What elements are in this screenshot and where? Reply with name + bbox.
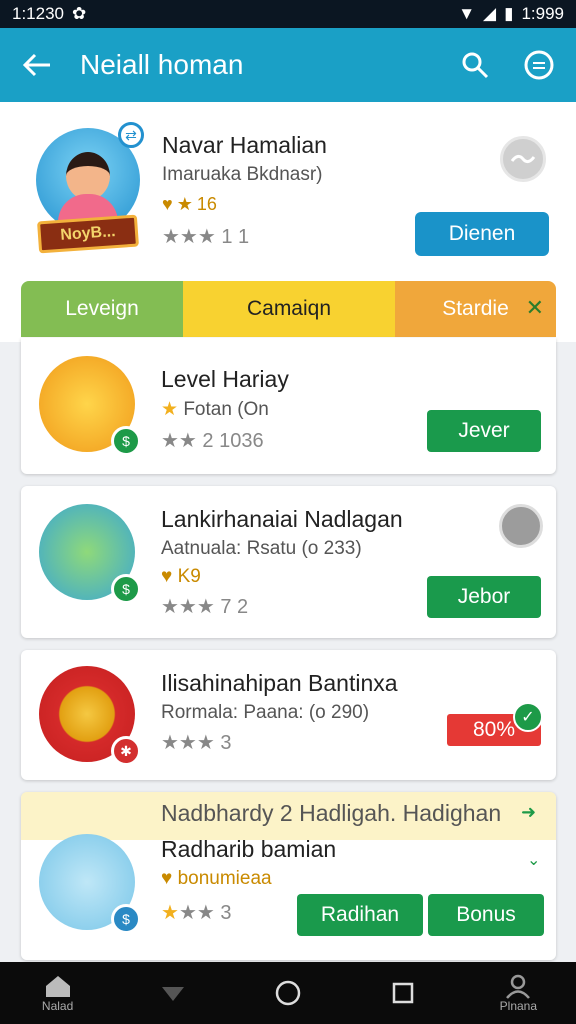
card-rating: ★★★ 3: [161, 730, 231, 755]
status-bar: 1:1230 ✿ ▼ ◢ ▮ 1:999: [0, 0, 576, 28]
tab-leveign[interactable]: Leveign: [21, 281, 183, 337]
card-rating: ★★★ 3: [161, 900, 231, 925]
coin-badge-icon: $: [111, 574, 141, 604]
card-rating-value: 2 1036: [202, 430, 264, 452]
settings-icon: ✿: [72, 4, 87, 23]
list-item[interactable]: ✱ Ilisahinahipan Bantinxa Rormala: Paana…: [21, 650, 556, 780]
card-coins: ♥ bonumieaa: [161, 868, 272, 890]
bonus-button[interactable]: Bonus: [428, 894, 544, 936]
nav-home[interactable]: Nalad: [18, 973, 98, 1013]
nav-home-label: Nalad: [41, 999, 74, 1013]
arrow-right-icon: ➜: [521, 802, 537, 822]
search-icon[interactable]: [458, 48, 492, 82]
heart-icon: ♥: [161, 868, 173, 889]
nav-back[interactable]: [133, 983, 213, 1003]
list-item[interactable]: $ Level Hariay ★ Fotan (On ★★ 2 1036 Jev…: [21, 338, 556, 474]
app-bar: Neiall homan: [0, 28, 576, 102]
profile-coin-count: 16: [196, 194, 217, 214]
card-subtitle: Aatnuala: Rsatu (o 233): [161, 538, 362, 559]
dollar-coin-icon: ✱: [39, 666, 141, 766]
card-title: Radharib bamian: [161, 836, 337, 862]
heart-icon: ♥: [161, 566, 173, 587]
profile-coins: ♥ ★ 16: [162, 194, 217, 215]
sun-character-icon: $: [39, 356, 141, 456]
card-rating: ★★ 2 1036: [161, 428, 264, 453]
profile-rating-value: 1 1: [221, 226, 250, 248]
status-time: 1:1230: [12, 4, 64, 23]
battery-level: 1:999: [521, 4, 564, 23]
card-subtitle-text: Fotan (On: [183, 399, 269, 420]
bottom-nav: Nalad Plnana: [0, 962, 576, 1024]
heart-icon: ♥: [162, 194, 173, 214]
nav-profile[interactable]: Plnana: [478, 973, 558, 1013]
star-icon: ★: [161, 399, 179, 420]
card-rating-value: 3: [220, 732, 232, 754]
reaction-icon[interactable]: [500, 136, 546, 182]
coin-badge-icon: $: [111, 904, 141, 934]
check-icon: ✓: [513, 702, 543, 732]
link-icon: ⇄: [118, 122, 144, 148]
tab-camaiqn[interactable]: Camaiqn: [183, 281, 395, 337]
wifi-icon: ▼: [458, 4, 476, 23]
list-item[interactable]: Nadbhardy 2 Hadligah. Hadighan ➜ $ Radha…: [21, 792, 556, 960]
profile-rating: ★★★ 1 1: [162, 224, 249, 249]
card-action-button[interactable]: Radihan: [297, 894, 423, 936]
card-coin-count: K9: [177, 566, 201, 587]
star-icon: ★★★: [161, 596, 215, 618]
profile-action-button[interactable]: Dienen: [415, 212, 549, 256]
treasure-chest-icon: $: [39, 834, 141, 934]
menu-circle-icon[interactable]: [522, 48, 556, 82]
list-item[interactable]: $ Lankirhanaiai Nadlagan Aatnuala: Rsatu…: [21, 486, 556, 638]
circle-icon: [275, 980, 301, 1006]
card-title: Level Hariay: [161, 366, 289, 392]
tools-icon: ✕: [525, 295, 544, 320]
nav-home-circle[interactable]: [248, 979, 328, 1007]
tab-stardie[interactable]: Stardie ✕: [395, 281, 556, 337]
tab-label: Stardie: [442, 297, 509, 320]
card-rating: ★★★ 7 2: [161, 594, 248, 619]
star-icon: ★★★: [161, 732, 215, 754]
card-title: Lankirhanaiai Nadlagan: [161, 506, 403, 532]
nav-profile-label: Plnana: [499, 999, 538, 1013]
card-rating-value: 7 2: [220, 596, 249, 618]
home-icon: [45, 976, 70, 997]
nav-recents[interactable]: [363, 981, 443, 1005]
profile-subtitle: Imaruaka Bkdnasr): [162, 164, 323, 185]
card-coins: ♥ K9: [161, 566, 201, 588]
profile-tag: NoyB...: [37, 214, 139, 254]
person-icon: [506, 974, 531, 999]
card-action-button[interactable]: Jever: [427, 410, 541, 452]
star-icon: ★★: [178, 902, 215, 924]
avatar-face: [66, 152, 110, 200]
profile-name: Navar Hamalian: [162, 132, 327, 158]
square-icon: [392, 982, 414, 1004]
card-rating-value: 3: [220, 902, 232, 924]
laptop-character-icon: $: [39, 504, 141, 604]
tab-bar: Leveign Camaiqn Stardie ✕: [21, 281, 556, 337]
star-icon: ★: [176, 194, 193, 214]
back-triangle-icon: [161, 987, 184, 1001]
battery-icon: ▮: [504, 4, 514, 23]
coin-badge-icon: ✱: [111, 736, 141, 766]
star-icon: ★: [161, 902, 179, 924]
card-subtitle: ★ Fotan (On: [161, 398, 269, 421]
back-arrow-icon[interactable]: [20, 48, 54, 82]
reaction-icon[interactable]: [499, 504, 543, 548]
star-icon: ★★: [161, 430, 197, 452]
card-action-button[interactable]: Jebor: [427, 576, 541, 618]
page-title: Neiall homan: [80, 49, 244, 80]
card-title: Ilisahinahipan Bantinxa: [161, 670, 398, 696]
card-banner: Nadbhardy 2 Hadligah. Hadighan: [161, 800, 502, 826]
chevron-down-icon[interactable]: ⌄: [527, 850, 540, 870]
card-coin-count: bonumieaa: [177, 868, 272, 889]
signal-icon: ◢: [483, 4, 497, 23]
star-icon: ★★★: [162, 226, 216, 248]
card-subtitle: Rormala: Paana: (o 290): [161, 702, 370, 723]
coin-badge-icon: $: [111, 426, 141, 456]
